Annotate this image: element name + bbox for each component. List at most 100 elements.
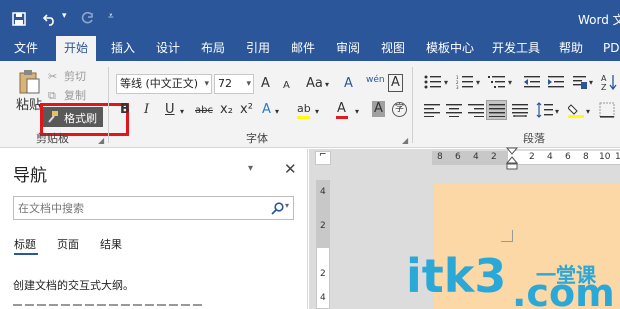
chinese-layout-icon[interactable]: [572, 74, 588, 90]
change-case-icon[interactable]: Aa: [306, 76, 323, 92]
distributed-icon[interactable]: [512, 103, 528, 117]
font-name-value: 等线 (中文正文): [120, 77, 199, 90]
tab-developer[interactable]: 开发工具: [492, 36, 540, 61]
ribbon-tabs: 文件 开始 插入 设计 布局 引用 邮件 审阅 视图 模板中心 开发工具 帮助 …: [0, 36, 620, 61]
ribbon-separator: [412, 67, 413, 143]
ruler-tab-selector[interactable]: ⌐: [315, 150, 331, 165]
numbering-dropdown-icon[interactable]: ▾: [476, 75, 480, 91]
tab-references[interactable]: 引用: [246, 36, 270, 61]
font-color-dropdown-icon[interactable]: ▾: [355, 104, 359, 120]
tab-pages[interactable]: 页面: [57, 236, 79, 252]
clipboard-group-label: 剪贴板: [36, 132, 69, 145]
grow-font-icon[interactable]: A: [261, 76, 270, 92]
increase-indent-icon[interactable]: [548, 75, 564, 89]
strikethrough-icon[interactable]: abc: [195, 103, 213, 119]
cut-icon[interactable]: ✂: [48, 69, 57, 85]
format-painter-icon: [48, 111, 58, 123]
shading-icon[interactable]: [568, 102, 584, 118]
sort-icon[interactable]: AZ: [601, 73, 617, 91]
decrease-indent-icon[interactable]: [524, 75, 540, 89]
chinese-layout-dropdown-icon[interactable]: ▾: [589, 75, 593, 91]
highlight-dropdown-icon[interactable]: ▾: [315, 104, 319, 120]
underline-dropdown-icon[interactable]: ▾: [180, 104, 184, 120]
paste-icon[interactable]: [18, 69, 40, 95]
undo-icon[interactable]: [43, 12, 57, 26]
watermark: itk3 .com 一堂课: [406, 255, 620, 309]
phonetic-guide-icon[interactable]: wén: [366, 72, 385, 88]
borders-icon[interactable]: [599, 102, 615, 118]
ribbon: 粘贴 ▾ ✂ 剪切 ⧉ 复制 格式刷 剪贴板 ◢ 等线 (中文正文) ▾ 72 …: [0, 61, 620, 148]
highlight-color-icon[interactable]: ab: [297, 101, 311, 117]
font-size-dropdown-icon[interactable]: ▾: [246, 75, 251, 93]
active-tab-underline: [14, 253, 38, 255]
font-launcher-icon[interactable]: ◢: [402, 133, 408, 149]
subscript-icon[interactable]: x₂: [220, 102, 233, 118]
save-icon[interactable]: [12, 12, 26, 26]
search-icon[interactable]: [271, 202, 284, 215]
tab-pdf[interactable]: PD: [603, 36, 619, 61]
tab-results[interactable]: 结果: [100, 236, 122, 252]
close-icon[interactable]: ✕: [284, 160, 297, 178]
indent-marker-icon[interactable]: [506, 147, 518, 173]
horizontal-ruler: 8 6 4 2 2 4 6 8 10 12: [432, 151, 620, 165]
tab-review[interactable]: 审阅: [336, 36, 360, 61]
tab-view[interactable]: 视图: [381, 36, 405, 61]
multilevel-list-icon[interactable]: [488, 75, 510, 89]
redo-icon[interactable]: [80, 12, 94, 26]
vertical-ruler: 4 2 2 4: [316, 180, 330, 309]
paragraph-group-label: 段落: [523, 132, 545, 145]
align-center-icon[interactable]: [446, 103, 462, 117]
cut-button-label[interactable]: 剪切: [64, 69, 86, 85]
text-effects-icon[interactable]: A: [262, 102, 271, 118]
bullets-icon[interactable]: [424, 75, 446, 89]
font-size-value: 72: [218, 77, 232, 90]
shading-dropdown-icon[interactable]: ▾: [586, 104, 590, 120]
clear-formatting-icon[interactable]: A: [344, 76, 353, 92]
format-painter-tooltip[interactable]: 格式刷: [43, 107, 103, 127]
copy-icon[interactable]: ⧉: [48, 88, 56, 104]
ribbon-separator: [108, 67, 109, 143]
highlight-color-bar: [297, 116, 310, 119]
justify-button[interactable]: [486, 100, 507, 120]
ruler-label: 2: [529, 152, 535, 162]
bullets-dropdown-icon[interactable]: ▾: [444, 75, 448, 91]
character-shading-icon[interactable]: A: [372, 101, 385, 117]
copy-button-label[interactable]: 复制: [64, 88, 86, 104]
italic-icon[interactable]: I: [144, 102, 149, 118]
nav-search-box[interactable]: ▾: [13, 196, 294, 220]
font-color-icon[interactable]: A: [337, 101, 346, 117]
tab-layout[interactable]: 布局: [201, 36, 225, 61]
font-name-dropdown-icon[interactable]: ▾: [204, 75, 209, 93]
text-effects-dropdown-icon[interactable]: ▾: [275, 104, 279, 120]
nav-search-input[interactable]: [18, 200, 258, 216]
align-left-icon[interactable]: [424, 103, 440, 117]
clipboard-launcher-icon[interactable]: ◢: [98, 133, 104, 149]
undo-dropdown-icon[interactable]: ▾: [62, 11, 67, 21]
bold-icon[interactable]: B: [120, 102, 130, 118]
tab-headings[interactable]: 标题: [14, 236, 36, 252]
line-spacing-dropdown-icon[interactable]: ▾: [555, 104, 559, 120]
tab-file[interactable]: 文件: [14, 36, 38, 61]
font-size-combo[interactable]: 72 ▾: [214, 74, 254, 94]
enclose-characters-icon[interactable]: 字: [392, 102, 407, 117]
align-right-icon[interactable]: [468, 103, 484, 117]
customize-qat-icon[interactable]: ⩡: [108, 11, 114, 22]
tab-template-center[interactable]: 模板中心: [426, 36, 474, 61]
tab-design[interactable]: 设计: [156, 36, 180, 61]
tab-stop-icon: ⌐: [319, 150, 327, 160]
tab-mailings[interactable]: 邮件: [291, 36, 315, 61]
pane-options-icon[interactable]: ▾: [248, 163, 253, 174]
font-name-combo[interactable]: 等线 (中文正文) ▾: [116, 74, 212, 94]
superscript-icon[interactable]: x²: [240, 102, 253, 118]
tab-insert[interactable]: 插入: [111, 36, 135, 61]
character-border-icon[interactable]: A: [388, 74, 403, 92]
change-case-dropdown-icon[interactable]: ▾: [325, 77, 329, 93]
underline-icon[interactable]: U: [165, 102, 175, 118]
line-spacing-icon[interactable]: [536, 102, 554, 118]
tab-home[interactable]: 开始: [56, 36, 97, 61]
search-dropdown-icon[interactable]: ▾: [285, 201, 289, 210]
tab-help[interactable]: 帮助: [559, 36, 583, 61]
numbering-icon[interactable]: 1 2 3: [456, 75, 478, 89]
multilevel-dropdown-icon[interactable]: ▾: [508, 75, 512, 91]
shrink-font-icon[interactable]: A: [283, 78, 290, 94]
